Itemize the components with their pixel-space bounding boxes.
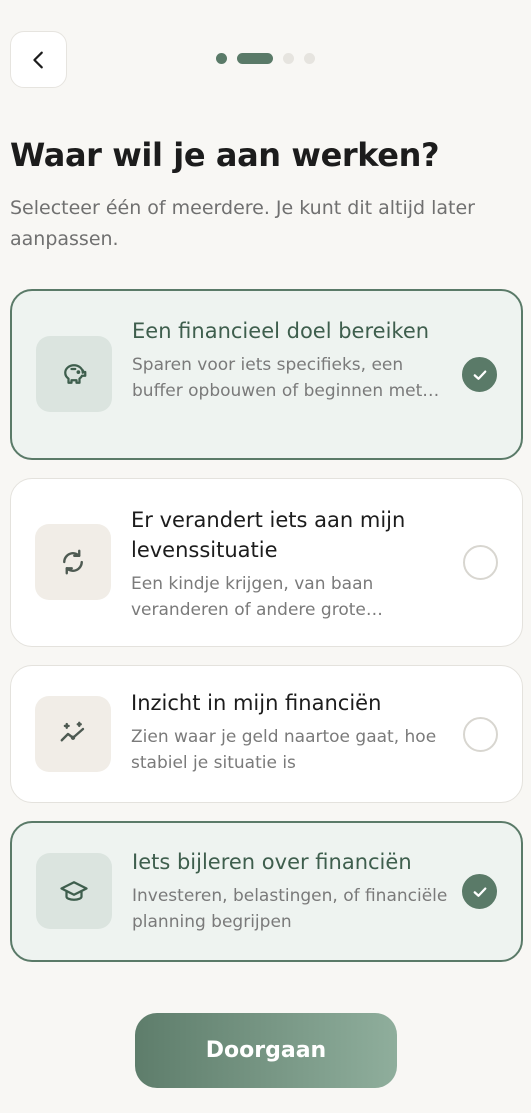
option-title: Er verandert iets aan mijn levenssituati… <box>131 508 406 562</box>
refresh-icon <box>63 549 83 575</box>
option-texts: Er verandert iets aan mijn levenssituati… <box>131 505 453 623</box>
option-title: Inzicht in mijn financiën <box>131 691 382 715</box>
page-subtitle: Selecteer één of meerdere. Je kunt dit a… <box>10 197 475 250</box>
option-checkbox-unchecked[interactable] <box>463 545 498 580</box>
checkmark-icon <box>473 887 486 897</box>
option-checkbox-checked[interactable] <box>462 357 497 392</box>
goal-option-learn[interactable]: Iets bijleren over financiën Investeren,… <box>10 821 523 962</box>
page-title: Waar wil je aan werken? <box>10 136 440 174</box>
option-description: Zien waar je geld naartoe gaat, hoe stab… <box>131 727 437 773</box>
option-icon-box <box>35 524 111 600</box>
option-description: Sparen voor iets specifieks, een buffer … <box>132 355 423 401</box>
option-texts: Inzicht in mijn financiën Zien waar je g… <box>131 688 453 776</box>
option-title: Iets bijleren over financiën <box>132 850 412 874</box>
option-checkbox-unchecked[interactable] <box>463 717 498 752</box>
goal-option-insight[interactable]: Inzicht in mijn financiën Zien waar je g… <box>10 665 523 803</box>
checkmark-icon <box>473 370 486 380</box>
step-progress-indicator <box>0 53 531 64</box>
option-checkbox-checked[interactable] <box>462 874 497 909</box>
piggy-bank-icon <box>64 364 87 384</box>
option-icon-box <box>35 696 111 772</box>
option-icon-box <box>36 336 112 412</box>
progress-step-3 <box>283 53 294 64</box>
option-description: Een kindje krijgen, van baan veranderen … <box>131 574 374 620</box>
option-description: Investeren, belastingen, of financiële p… <box>132 886 448 932</box>
progress-step-1 <box>216 53 227 64</box>
sparkle-chart-icon <box>60 721 85 742</box>
option-title: Een financieel doel bereiken <box>132 319 430 343</box>
progress-step-4 <box>304 53 315 64</box>
option-texts: Een financieel doel bereiken Sparen voor… <box>132 316 454 404</box>
onboarding-screen: Waar wil je aan werken? Selecteer één of… <box>0 0 531 1113</box>
continue-button[interactable]: Doorgaan <box>135 1013 397 1088</box>
graduation-cap-icon <box>60 881 88 901</box>
goal-option-life-change[interactable]: Er verandert iets aan mijn levenssituati… <box>10 478 523 647</box>
goal-options-list: Een financieel doel bereiken Sparen voor… <box>10 289 523 980</box>
progress-step-2 <box>237 53 273 64</box>
option-icon-box <box>36 853 112 929</box>
goal-option-financial-goal[interactable]: Een financieel doel bereiken Sparen voor… <box>10 289 523 460</box>
option-texts: Iets bijleren over financiën Investeren,… <box>132 847 454 935</box>
